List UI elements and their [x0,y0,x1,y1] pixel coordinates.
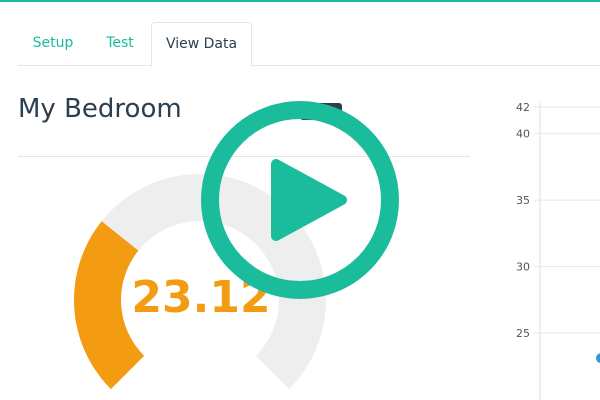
y-tick-label: 35 [516,194,530,207]
readings-chart: 42 40 35 30 25 [516,101,600,400]
play-overlay[interactable] [200,100,400,300]
play-icon[interactable] [271,159,347,241]
y-tick-label: 42 [516,101,530,114]
data-point[interactable] [596,353,600,364]
tab-bar: Setup Test View Data [18,22,600,67]
tab-test[interactable]: Test [93,22,147,65]
tab-view-data[interactable]: View Data [151,22,252,67]
page-title: My Bedroom [18,94,182,124]
top-accent-line [0,0,600,2]
y-tick-label: 25 [516,327,530,340]
y-tick-label: 40 [516,128,530,141]
y-tick-label: 30 [516,261,530,274]
tab-setup[interactable]: Setup [18,22,88,65]
